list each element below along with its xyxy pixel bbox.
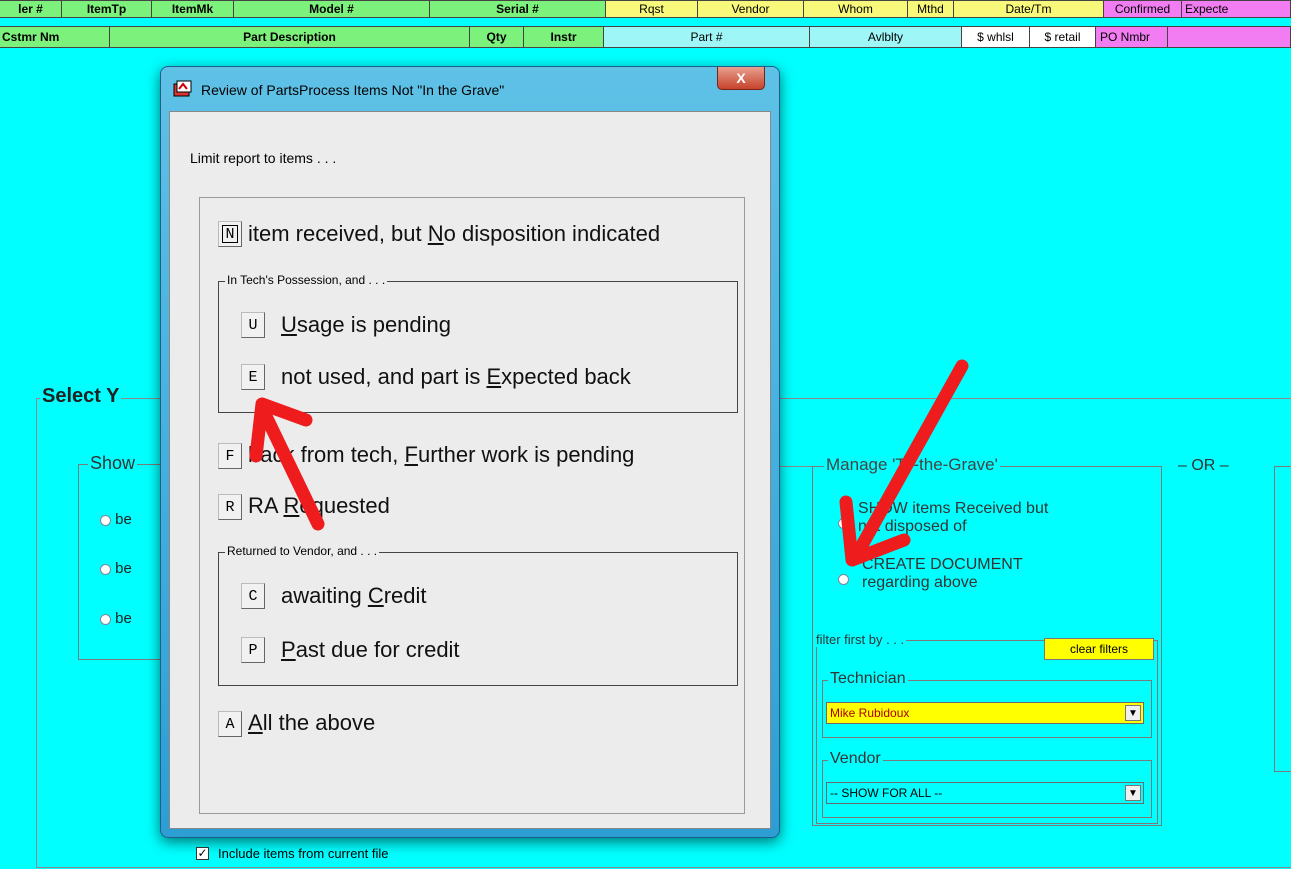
- annotation-overlay: [249, 359, 969, 567]
- red-arrow-icon: [839, 359, 969, 567]
- red-arrow-icon: [249, 397, 325, 531]
